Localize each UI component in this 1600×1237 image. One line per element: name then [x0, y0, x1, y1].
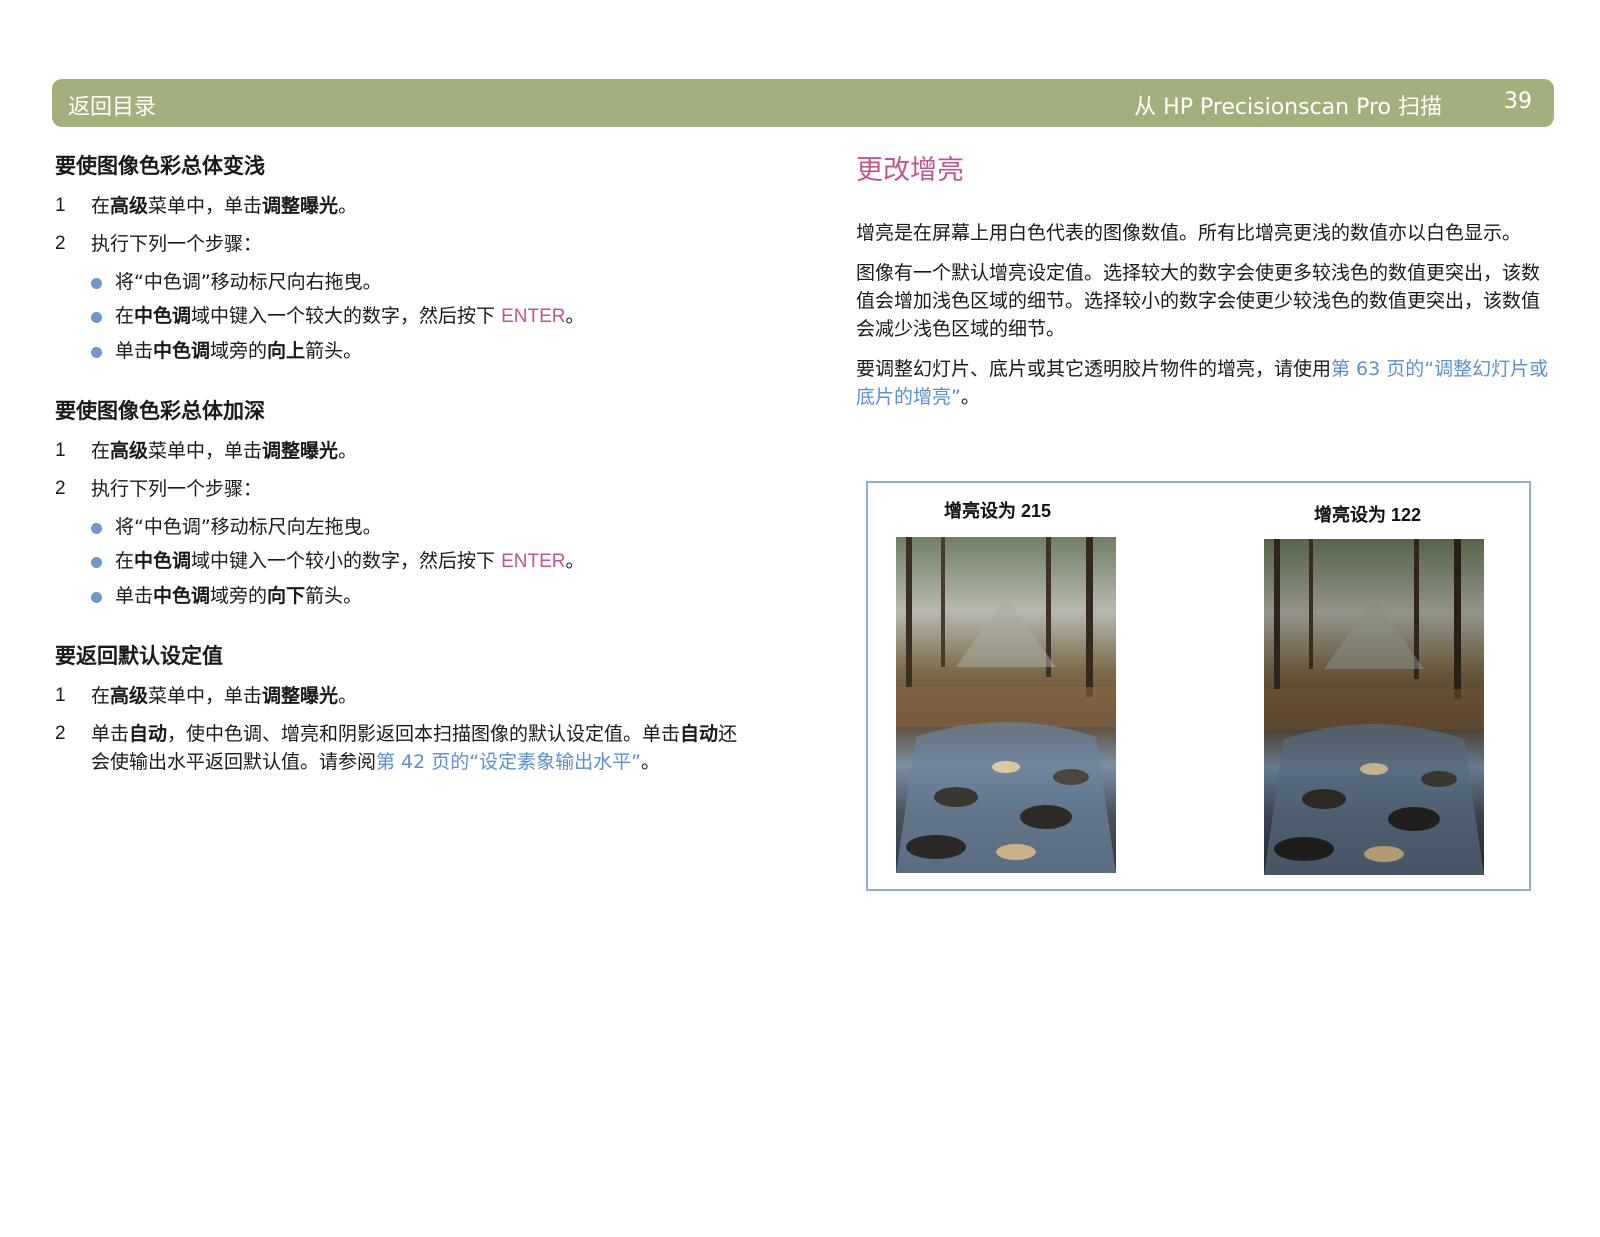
step-number: 2 [55, 723, 66, 744]
field-name: 中色调 [153, 340, 211, 362]
step-text: 单击 [91, 723, 130, 745]
step-text: 。 [338, 440, 358, 462]
bullet-dot-icon [91, 312, 102, 323]
step-number: 2 [55, 478, 66, 499]
step-text: 执行下列一个步骤： [91, 478, 263, 500]
cross-reference-link[interactable]: 第 42 页的“设定素象输出水平” [376, 751, 641, 773]
section-darken: 要使图像色彩总体加深 1 在高级菜单中，单击调整曝光。 2 执行下列一个步骤： … [55, 395, 755, 610]
body-paragraph: 增亮是在屏幕上用白色代表的图像数值。所有比增亮更浅的数值亦以白色显示。 [856, 222, 1522, 244]
step-text: 。 [338, 685, 358, 707]
body-paragraph: 要调整幻灯片、底片或其它透明胶片物件的增亮，请使用第 63 页的“调整幻灯片或底… [856, 355, 1550, 411]
bullet-dot-icon [91, 523, 102, 534]
field-name: 中色调 [134, 305, 192, 327]
command-name: 调整曝光 [262, 440, 339, 462]
bullet-item: 在中色调域中键入一个较小的数字，然后按下 ENTER。 [55, 547, 755, 576]
step-text: ，使中色调、增亮和阴影返回本扫描图像的默认设定值。单击 [167, 723, 681, 745]
bullet-item: 单击中色调域旁的向下箭头。 [55, 582, 755, 610]
bullet-text: 单击 [115, 585, 154, 607]
bullet-text: 。 [565, 305, 585, 327]
bullet-text: 在 [115, 305, 135, 327]
bullet-text: 域旁的 [210, 585, 268, 607]
figure-caption-left: 增亮设为 215 [944, 501, 1052, 521]
command-name: 调整曝光 [262, 685, 339, 707]
step-item: 2 单击自动，使中色调、增亮和阴影返回本扫描图像的默认设定值。单击自动还会使输出… [55, 720, 755, 776]
section-lighten: 要使图像色彩总体变浅 1 在高级菜单中，单击调整曝光。 2 执行下列一个步骤： … [55, 150, 755, 365]
step-text: 。 [338, 195, 358, 217]
step-number: 1 [55, 685, 66, 706]
enter-key-label: ENTER [501, 551, 566, 572]
menu-name: 高级 [110, 440, 149, 462]
section-title: 要使图像色彩总体加深 [55, 399, 265, 423]
step-item: 1 在高级菜单中，单击调整曝光。 [55, 682, 755, 710]
section-title: 要返回默认设定值 [55, 644, 223, 668]
step-text: 在 [91, 440, 111, 462]
stream-photo-highlight-122 [1264, 539, 1484, 875]
step-item: 2 执行下列一个步骤： [55, 230, 755, 258]
section-heading: 更改增亮 [856, 155, 964, 186]
body-paragraph: 图像有一个默认增亮设定值。选择较大的数字会使更多较浅色的数值更突出，该数值会增加… [856, 262, 1541, 340]
step-number: 2 [55, 233, 66, 254]
step-number: 1 [55, 195, 66, 216]
command-name: 调整曝光 [262, 195, 339, 217]
arrow-name: 向下 [267, 585, 306, 607]
bullet-text: 。 [565, 550, 585, 572]
figure-caption-right: 增亮设为 122 [1314, 505, 1422, 525]
paragraph-text: 。 [960, 386, 980, 408]
page-number: 39 [1504, 89, 1532, 114]
right-column: 更改增亮 增亮是在屏幕上用白色代表的图像数值。所有比增亮更浅的数值亦以白色显示。… [856, 148, 1550, 423]
bullet-item: 将“中色调”移动标尺向右拖曳。 [55, 268, 755, 296]
step-text: 。 [640, 751, 660, 773]
step-text: 菜单中，单击 [148, 440, 263, 462]
stream-photo-highlight-215 [896, 537, 1116, 873]
section-restore-defaults: 要返回默认设定值 1 在高级菜单中，单击调整曝光。 2 单击自动，使中色调、增亮… [55, 640, 755, 776]
step-text: 执行下列一个步骤： [91, 233, 263, 255]
step-text: 菜单中，单击 [148, 685, 263, 707]
bullet-dot-icon [91, 557, 102, 568]
bullet-text: 将“中色调”移动标尺向左拖曳。 [115, 516, 382, 538]
menu-name: 高级 [110, 685, 149, 707]
step-number: 1 [55, 440, 66, 461]
section-title: 要使图像色彩总体变浅 [55, 154, 265, 178]
bullet-item: 将“中色调”移动标尺向左拖曳。 [55, 513, 755, 541]
step-item: 1 在高级菜单中，单击调整曝光。 [55, 192, 755, 220]
bullet-text: 箭头。 [305, 340, 363, 362]
bullet-dot-icon [91, 592, 102, 603]
button-name: 自动 [129, 723, 168, 745]
bullet-text: 域中键入一个较大的数字，然后按下 [191, 305, 502, 327]
bullet-dot-icon [91, 278, 102, 289]
bullet-text: 域中键入一个较小的数字，然后按下 [191, 550, 502, 572]
page-header: 返回目录 从 HP Precisionscan Pro 扫描 39 [52, 79, 1554, 127]
comparison-figure: 增亮设为 215 增亮设为 122 [866, 481, 1531, 891]
paragraph-text: 要调整幻灯片、底片或其它透明胶片物件的增亮，请使用 [856, 358, 1332, 380]
back-to-contents-link[interactable]: 返回目录 [68, 89, 156, 121]
bullet-dot-icon [91, 347, 102, 358]
bullet-text: 在 [115, 550, 135, 572]
bullet-text: 将“中色调”移动标尺向右拖曳。 [115, 271, 382, 293]
field-name: 中色调 [153, 585, 211, 607]
step-text: 在 [91, 685, 111, 707]
step-item: 2 执行下列一个步骤： [55, 475, 755, 503]
bullet-text: 箭头。 [305, 585, 363, 607]
bullet-text: 单击 [115, 340, 154, 362]
menu-name: 高级 [110, 195, 149, 217]
bullet-item: 单击中色调域旁的向上箭头。 [55, 337, 755, 365]
arrow-name: 向上 [267, 340, 306, 362]
field-name: 中色调 [134, 550, 192, 572]
step-item: 1 在高级菜单中，单击调整曝光。 [55, 437, 755, 465]
enter-key-label: ENTER [501, 306, 566, 327]
step-text: 在 [91, 195, 111, 217]
bullet-item: 在中色调域中键入一个较大的数字，然后按下 ENTER。 [55, 302, 755, 331]
chapter-title: 从 HP Precisionscan Pro 扫描 [1134, 95, 1442, 120]
button-name: 自动 [680, 723, 719, 745]
left-column: 要使图像色彩总体变浅 1 在高级菜单中，单击调整曝光。 2 执行下列一个步骤： … [55, 150, 755, 806]
bullet-text: 域旁的 [210, 340, 268, 362]
step-text: 菜单中，单击 [148, 195, 263, 217]
